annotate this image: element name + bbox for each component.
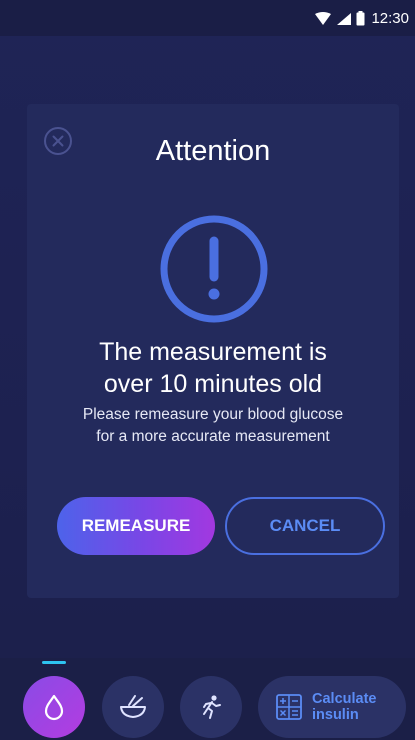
status-time: 12:30 [371, 10, 409, 27]
running-icon [203, 695, 221, 719]
nav-activity-button[interactable] [180, 676, 242, 738]
bowl-icon [120, 695, 146, 718]
calc-label-line-1: Calculate [312, 691, 377, 707]
dialog-heading: The measurement is over 10 minutes old [27, 336, 399, 400]
remeasure-button[interactable]: REMEASURE [57, 497, 215, 555]
message-line-1: Please remeasure your blood glucose [82, 406, 344, 423]
battery-icon [356, 11, 365, 26]
wifi-icon [315, 11, 332, 25]
dialog-message: Please remeasure your blood glucose for … [27, 404, 399, 448]
exclamation-circle-icon [160, 215, 268, 323]
nav-glucose-button[interactable] [23, 676, 85, 738]
heading-line-1: The measurement is [99, 338, 327, 366]
calculator-icon [276, 694, 302, 720]
cancel-button[interactable]: CANCEL [225, 497, 385, 555]
bottom-nav: Calculate insulin [0, 658, 415, 740]
calculate-insulin-button[interactable]: Calculate insulin [258, 676, 406, 738]
heading-line-2: over 10 minutes old [103, 370, 323, 398]
status-bar: 12:30 [0, 0, 415, 36]
app-screen: 12:30 Attention The measurement is over … [0, 0, 415, 740]
calculate-insulin-label: Calculate insulin [312, 691, 390, 723]
active-tab-indicator [42, 661, 66, 664]
status-icons: 12:30 [314, 10, 409, 27]
dialog-title: Attention [155, 135, 271, 167]
calc-label-line-2: insulin [312, 707, 359, 723]
drop-icon [44, 694, 64, 721]
message-line-2: for a more accurate measurement [96, 428, 330, 445]
signal-icon [337, 12, 352, 25]
nav-meal-button[interactable] [102, 676, 164, 738]
attention-dialog: Attention The measurement is over 10 min… [27, 104, 399, 598]
